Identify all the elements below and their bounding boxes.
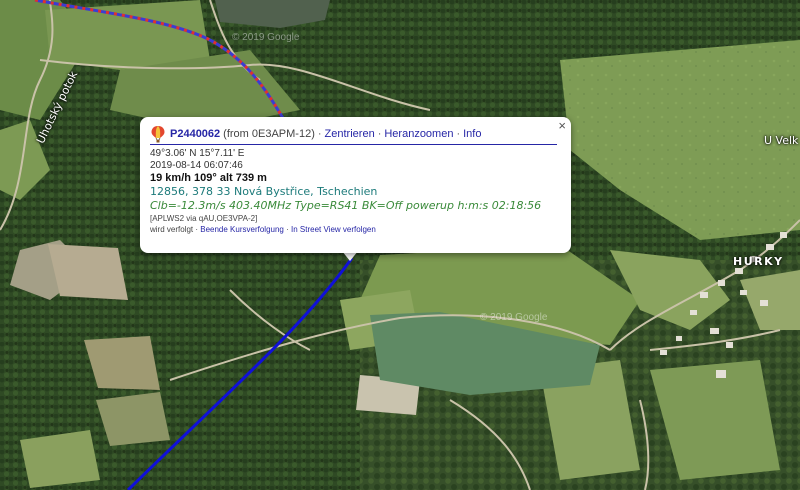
stop-tracking-link[interactable]: Beende Kursverfolgung xyxy=(200,225,284,234)
callsign-link[interactable]: P2440062 xyxy=(170,127,220,141)
tracking-footer: wird verfolgt · Beende Kursverfolgung · … xyxy=(150,225,376,234)
timestamp: 2019-08-14 06:07:46 xyxy=(150,160,243,171)
zoom-in-link[interactable]: Heranzoomen xyxy=(384,127,453,141)
street-view-link[interactable]: In Street View verfolgen xyxy=(291,225,376,234)
info-link[interactable]: Info xyxy=(463,127,481,141)
tracking-status: wird verfolgt · xyxy=(150,225,199,234)
center-link[interactable]: Zentrieren xyxy=(325,127,375,141)
coordinates: 49°3.06' N 15°7.11' E xyxy=(150,148,245,159)
packet-path: [APLWS2 via qAU,OE3VPA-2] xyxy=(150,214,258,223)
packet-comment: Clb=-12.3m/s 403.40MHz Type=RS41 BK=Off … xyxy=(150,199,542,212)
popup-header: P2440062 (from 0E3APM-12) · Zentrieren ·… xyxy=(150,125,557,143)
balloon-info-popup: × P2440062 (from 0E3APM-12) · Zentrieren… xyxy=(140,117,571,253)
address: 12856, 378 33 Nová Bystřice, Tschechien xyxy=(150,185,378,198)
speed-course-altitude: 19 km/h 109° alt 739 m xyxy=(150,172,267,184)
close-icon[interactable]: × xyxy=(558,118,566,133)
balloon-icon xyxy=(151,126,165,143)
header-divider xyxy=(150,144,557,145)
source-station: (from 0E3APM-12) xyxy=(223,128,315,140)
